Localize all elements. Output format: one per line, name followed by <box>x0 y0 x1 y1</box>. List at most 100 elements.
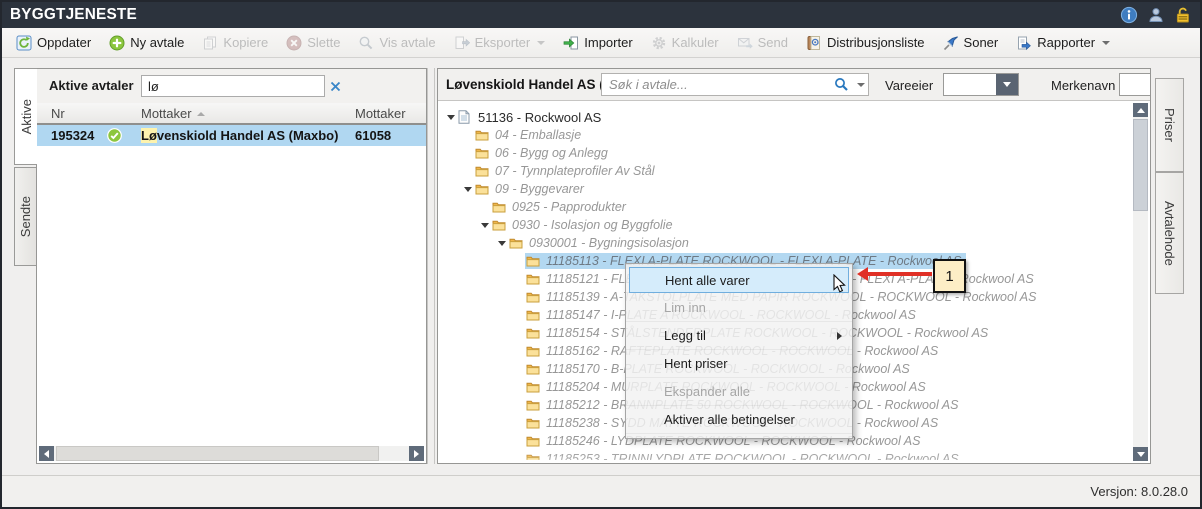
tree-node[interactable]: 09 - Byggevarer <box>438 180 1150 198</box>
horizontal-scrollbar[interactable] <box>39 446 424 461</box>
agreement-nr: 195324 <box>51 128 94 143</box>
horizontal-scroll-thumb[interactable] <box>56 446 379 461</box>
context-menu-label: Hent priser <box>664 356 728 371</box>
tree-node[interactable]: 0925 - Papprodukter <box>438 198 1150 216</box>
sort-ascending-icon <box>197 112 205 116</box>
agreement-row-selected[interactable]: 195324 Løvenskiold Handel AS (Maxbo) 610… <box>37 125 426 146</box>
statusbar: Versjon: 8.0.28.0 <box>2 475 1200 507</box>
toolbar-label-kopiere: Kopiere <box>223 35 268 50</box>
toolbar-button-rapporter[interactable]: Rapporter <box>1007 32 1119 54</box>
search-options-icon[interactable] <box>852 83 868 87</box>
agreements-search-input[interactable] <box>142 79 330 94</box>
agreements-search-box <box>141 75 325 97</box>
tree-node[interactable]: 06 - Bygg og Anlegg <box>438 144 1150 162</box>
pin-icon <box>943 35 959 51</box>
titlebar-icons <box>1120 6 1192 24</box>
scroll-up-button[interactable] <box>1133 103 1148 117</box>
tab-avtalehode[interactable]: Avtalehode <box>1155 172 1184 294</box>
tree-node-content: 0925 - Papprodukter <box>491 199 631 215</box>
vareeier-dropdown[interactable] <box>943 73 1019 96</box>
context-menu-item-hent-priser[interactable]: Hent priser <box>626 350 852 378</box>
app-title: BYGGTJENESTE <box>10 6 137 24</box>
vertical-scrollbar[interactable] <box>1133 103 1148 461</box>
folder-icon <box>526 291 542 303</box>
search-icon[interactable] <box>834 77 852 92</box>
column-mottaker-label: Mottaker <box>141 106 192 121</box>
version-label: Versjon: 8.0.28.0 <box>1090 484 1188 499</box>
context-menu-item-hent-alle-varer[interactable]: Hent alle varer <box>629 267 849 293</box>
dropdown-arrow-icon[interactable] <box>996 74 1018 95</box>
folder-icon <box>526 345 542 357</box>
context-menu-item-legg-til[interactable]: Legg til <box>626 322 852 350</box>
tree-node-label: 04 - Emballasje <box>495 128 581 142</box>
titlebar: BYGGTJENESTE <box>2 2 1200 28</box>
toolbar: OppdaterNy avtaleKopiereSletteVis avtale… <box>2 28 1200 58</box>
column-mottaker[interactable]: Mottaker <box>141 106 205 121</box>
toolbar-button-slette: Slette <box>277 32 349 54</box>
document-icon <box>458 110 474 124</box>
agreements-title: Aktive avtaler <box>49 78 134 93</box>
address-book-icon <box>806 35 822 51</box>
scroll-right-button[interactable] <box>409 446 424 461</box>
folder-icon <box>526 381 542 393</box>
add-icon <box>109 35 125 51</box>
toolbar-label-send: Send <box>758 35 788 50</box>
tree-node[interactable]: 0930001 - Bygningsisolasjon <box>438 234 1150 252</box>
tab-aktive[interactable]: Aktive <box>14 68 37 165</box>
scroll-left-button[interactable] <box>39 446 54 461</box>
toolbar-button-ny-avtale[interactable]: Ny avtale <box>100 32 193 54</box>
tree-node-content: 0930001 - Bygningsisolasjon <box>508 235 694 251</box>
merkenavn-field <box>1119 73 1151 96</box>
context-menu-item-ekspander-alle: Ekspander alle <box>626 378 852 406</box>
refresh-icon <box>16 35 32 51</box>
column-mottaker-nr[interactable]: Mottaker <box>355 106 406 121</box>
tab-priser[interactable]: Priser <box>1155 78 1184 172</box>
tree-node-label: 07 - Tynnplateprofiler Av Stål <box>495 164 655 178</box>
folder-icon <box>526 453 542 463</box>
scroll-down-button[interactable] <box>1133 447 1148 461</box>
tree-node[interactable]: 0930 - Isolasjon og Byggfolie <box>438 216 1150 234</box>
tree-node-content: 06 - Bygg og Anlegg <box>474 145 613 161</box>
tree-node[interactable]: 04 - Emballasje <box>438 126 1150 144</box>
folder-icon <box>492 219 508 231</box>
folder-icon <box>475 183 491 195</box>
tree-node[interactable]: 07 - Tynnplateprofiler Av Stål <box>438 162 1150 180</box>
tab-sendte[interactable]: Sendte <box>14 167 36 266</box>
user-icon[interactable] <box>1147 6 1165 24</box>
copy-icon <box>202 35 218 51</box>
detail-search-input[interactable] <box>602 77 834 92</box>
calculate-icon <box>651 35 667 51</box>
tree-expander-icon[interactable] <box>461 187 474 192</box>
merkenavn-input[interactable] <box>1120 74 1151 95</box>
vertical-scroll-thumb[interactable] <box>1133 119 1148 211</box>
tree-node-content: 09 - Byggevarer <box>474 181 589 197</box>
folder-icon <box>509 237 525 249</box>
toolbar-button-distribusjonsliste[interactable]: Distribusjonsliste <box>797 32 934 54</box>
tree-expander-icon[interactable] <box>478 223 491 228</box>
tab-sendte-label: Sendte <box>18 196 33 237</box>
tree-node-label: 0925 - Papprodukter <box>512 200 626 214</box>
context-menu-item-aktiver-alle-betingelser[interactable]: Aktiver alle betingelser <box>626 406 852 434</box>
tree-expander-icon[interactable] <box>495 241 508 246</box>
tree-expander-icon[interactable] <box>444 115 457 120</box>
toolbar-button-oppdater[interactable]: Oppdater <box>7 32 100 54</box>
info-icon[interactable] <box>1120 6 1138 24</box>
toolbar-button-send: Send <box>728 32 797 54</box>
toolbar-button-importer[interactable]: Importer <box>554 32 641 54</box>
chevron-down-icon <box>1102 41 1110 45</box>
context-menu-label: Lim inn <box>664 300 706 315</box>
import-icon <box>563 35 579 51</box>
tree-node[interactable]: 11185253 - TRINNLYDPLATE ROCKWOOL - ROCK… <box>438 450 1150 463</box>
tree-node-label: 06 - Bygg og Anlegg <box>495 146 608 160</box>
tree-node-content: 11185253 - TRINNLYDPLATE ROCKWOOL - ROCK… <box>525 451 964 463</box>
context-menu-item-lim-inn: Lim inn <box>626 294 852 322</box>
tree-node[interactable]: 51136 - Rockwool AS <box>438 108 1150 126</box>
toolbar-button-soner[interactable]: Soner <box>934 32 1008 54</box>
clear-search-icon[interactable] <box>330 81 341 92</box>
view-icon <box>358 35 374 51</box>
unlock-icon[interactable] <box>1174 6 1192 24</box>
panel-splitter[interactable] <box>427 68 435 464</box>
column-nr[interactable]: Nr <box>51 106 65 121</box>
tab-priser-label: Priser <box>1162 108 1177 142</box>
delete-icon <box>286 35 302 51</box>
